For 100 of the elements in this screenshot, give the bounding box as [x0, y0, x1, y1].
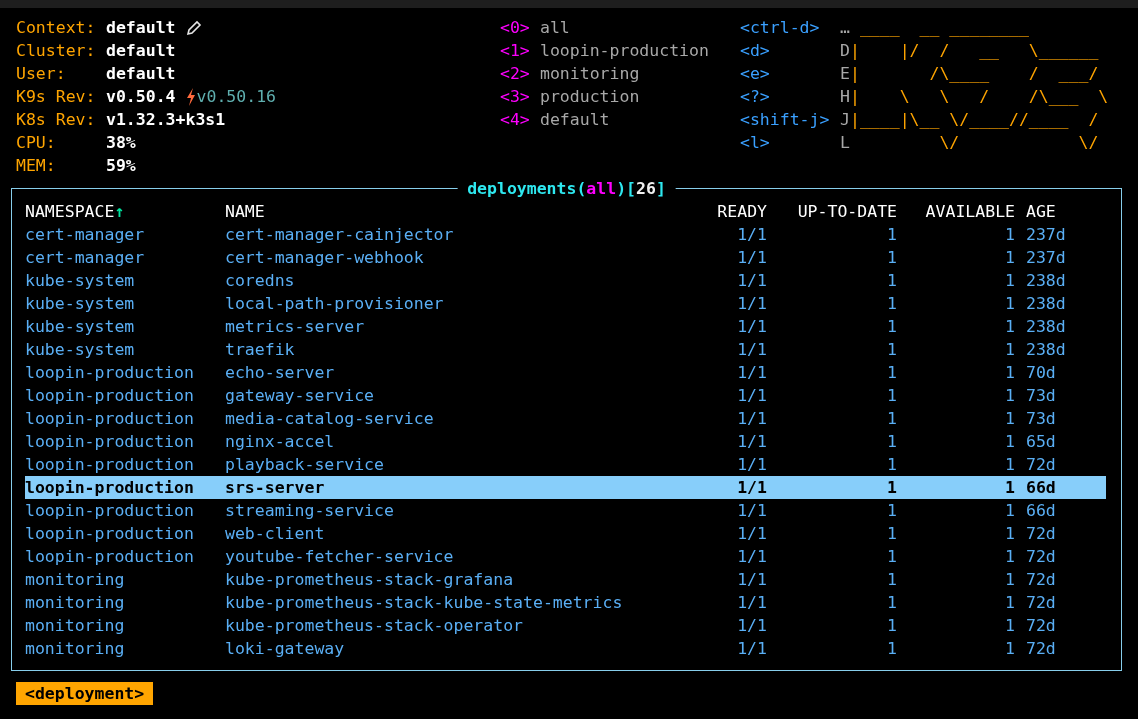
table-cell-text: 1 [1004, 477, 1015, 499]
table-row[interactable]: loopin-production echo-server 1/1 1 1 70d [25, 361, 1106, 384]
table-cell-text: 1 [886, 546, 897, 568]
table-row[interactable]: loopin-production srs-server 1/1 1 1 66d [25, 476, 1106, 499]
table-cell-text: cert-manager-webhook [225, 247, 425, 269]
pencil-icon [185, 19, 202, 36]
table-cell-text: 72d [1025, 523, 1057, 545]
column-header: AGE [1026, 201, 1056, 223]
table-cell-text: cert-manager [25, 224, 146, 246]
table-cell-text: monitoring [25, 592, 126, 614]
column-header: NAME [225, 201, 265, 223]
namespace-name: loopin-production [540, 40, 709, 62]
table-cell-text: 1/1 [736, 247, 767, 269]
table-cell-text: 1/1 [736, 615, 767, 637]
table-cell-text: 72d [1025, 592, 1057, 614]
table-cell-text: 1 [886, 316, 897, 338]
logo-line: \/ \/ [938, 132, 1099, 154]
table-cell-text: 1 [1004, 224, 1015, 246]
namespace-key: <3> [500, 85, 540, 108]
table-row[interactable]: loopin-production web-client 1/1 1 1 72d [25, 522, 1106, 545]
info-label: Context: [16, 17, 97, 39]
table-row[interactable]: loopin-production streaming-service 1/1 1 1 66d [25, 499, 1106, 522]
table-cell-text: 1 [886, 247, 897, 269]
shortcut-description: H [840, 86, 850, 108]
table-cell-text: 1 [1004, 454, 1015, 476]
table-row[interactable]: loopin-production youtube-fetcher-service 1/1 1 1 72d [25, 545, 1106, 568]
table-cell-text: 1 [886, 431, 897, 453]
logo-line: | \ \ / /\___ \ [850, 86, 1109, 108]
table-row[interactable]: kube-system metrics-server 1/1 1 1 238d [25, 315, 1106, 338]
table-cell-text: echo-server [225, 362, 336, 384]
table-cell-text: 237d [1025, 247, 1067, 269]
table-cell-text: 1/1 [736, 569, 767, 591]
table-row[interactable]: kube-system traefik 1/1 1 1 238d [25, 338, 1106, 361]
table-cell-text: kube-prometheus-stack-operator [225, 615, 524, 637]
table-cell-text: 1 [886, 293, 897, 315]
table-cell-text: web-client [225, 523, 326, 545]
info-value: default [106, 63, 176, 85]
table-cell-text: 73d [1025, 408, 1057, 430]
sort-indicator: ↑ [114, 201, 125, 223]
table-cell-text: playback-service [225, 454, 385, 476]
column-header: READY [717, 201, 767, 223]
shortcut-description: D [840, 40, 850, 62]
namespace-key: <1> [500, 39, 540, 62]
update-version: v0.50.16 [196, 86, 277, 108]
table-cell-text: 1 [886, 454, 897, 476]
table-cell-text: 1/1 [736, 270, 767, 292]
table-row[interactable]: monitoring kube-prometheus-stack-kube-state-metrics 1/1 1 1 72d [25, 591, 1106, 614]
table-cell-text: loopin-production [25, 454, 195, 476]
table-cell-text: 1 [1004, 270, 1015, 292]
table-cell-text: 1/1 [736, 385, 767, 407]
namespace-name: monitoring [540, 63, 640, 85]
table-cell-text: cert-manager-cainjector [225, 224, 455, 246]
table-cell-text: 1 [886, 615, 897, 637]
table-cell-text: 1 [886, 385, 897, 407]
shortcut-key: <d> [740, 39, 840, 62]
breadcrumb[interactable]: <deployment> [16, 682, 154, 705]
table-row[interactable]: cert-manager cert-manager-webhook 1/1 1 1 237d [25, 246, 1106, 269]
table-row[interactable]: monitoring kube-prometheus-stack-grafana 1/1 1 1 72d [25, 568, 1106, 591]
table-row[interactable]: loopin-production playback-service 1/1 1 1 72d [25, 453, 1106, 476]
table-cell-text: 1 [1004, 339, 1015, 361]
table-cell-text: 1 [886, 339, 897, 361]
table-row[interactable]: kube-system coredns 1/1 1 1 238d [25, 269, 1106, 292]
table-row[interactable]: loopin-production gateway-service 1/1 1 1 73d [25, 384, 1106, 407]
table-cell-text: monitoring [25, 569, 126, 591]
table-cell-text: 1 [1004, 385, 1015, 407]
table-cell-text: kube-prometheus-stack-kube-state-metrics [225, 592, 624, 614]
column-header: AVAILABLE [925, 201, 1015, 223]
table-row[interactable]: cert-manager cert-manager-cainjector 1/1 1 1 237d [25, 223, 1106, 246]
shortcut-key: <?> [740, 85, 840, 108]
table-cell-text: 1/1 [736, 592, 767, 614]
table-row[interactable]: loopin-production nginx-accel 1/1 1 1 65d [25, 430, 1106, 453]
table-cell-text: 1 [886, 500, 897, 522]
info-label: Cluster: [16, 40, 97, 62]
info-label: K8s Rev: [16, 109, 97, 131]
shortcut-key: <shift-j> [740, 108, 840, 131]
table-cell-text: kube-prometheus-stack-grafana [225, 569, 515, 591]
table-row[interactable]: monitoring loki-gateway 1/1 1 1 72d [25, 637, 1106, 660]
logo-line: | /\____ / ___/ [850, 63, 1099, 85]
info-value: v0.50.4 [106, 86, 176, 108]
info-label: MEM: [16, 155, 57, 177]
table-cell-text: loopin-production [25, 362, 195, 384]
table-cell-text: loopin-production [25, 500, 195, 522]
table-cell-text: 72d [1025, 454, 1057, 476]
shortcut-key: <ctrl-d> [740, 16, 840, 39]
lightning-icon [185, 87, 196, 106]
namespace-name: all [540, 17, 570, 39]
table-cell-text: youtube-fetcher-service [225, 546, 455, 568]
table-cell-text: 1 [886, 569, 897, 591]
table-row[interactable]: monitoring kube-prometheus-stack-operator 1/1 1 1 72d [25, 614, 1106, 637]
table-cell-text: 238d [1025, 293, 1067, 315]
shortcut-description: J [840, 109, 850, 131]
table-row[interactable]: kube-system local-path-provisioner 1/1 1 1 238d [25, 292, 1106, 315]
table-cell-text: 1/1 [736, 500, 767, 522]
shortcut-description: L [840, 132, 850, 154]
table-cell-text: 1 [1004, 362, 1015, 384]
table-row[interactable]: loopin-production media-catalog-service 1/1 1 1 73d [25, 407, 1106, 430]
table-cell-text: 1 [1004, 316, 1015, 338]
table-cell-text: srs-server [225, 477, 326, 499]
table-cell-text: monitoring [25, 615, 126, 637]
table-cell-text: 1/1 [736, 431, 767, 453]
